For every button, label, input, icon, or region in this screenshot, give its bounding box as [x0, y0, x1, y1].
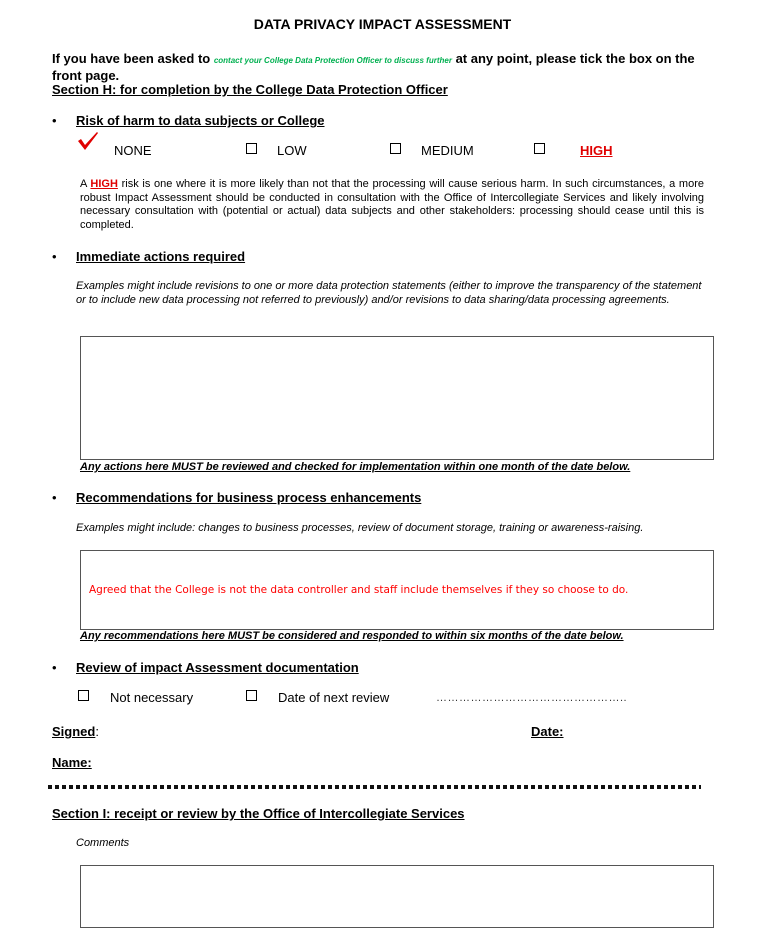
not-necessary-label: Not necessary	[110, 690, 194, 705]
recommendations-value: Agreed that the College is not the data …	[89, 584, 629, 596]
immediate-actions-examples: Examples might include revisions to one …	[76, 280, 702, 306]
document-title: DATA PRIVACY IMPACT ASSESSMENT	[253, 16, 512, 32]
immediate-actions-note: Any actions here MUST be reviewed and ch…	[80, 461, 631, 473]
bullet-icon: •	[52, 113, 57, 128]
next-review-date-field[interactable]: …………………………………………..	[436, 692, 627, 704]
bullet-icon: •	[52, 660, 57, 675]
comments-field[interactable]	[80, 865, 714, 928]
bullet-icon: •	[52, 490, 57, 505]
recommendations-examples: Examples might include: changes to busin…	[76, 522, 644, 534]
intro-paragraph: If you have been asked to contact your C…	[52, 51, 722, 83]
section-separator	[48, 785, 701, 789]
red-checkmark-icon[interactable]	[77, 131, 99, 151]
explanation-prefix: A	[80, 178, 91, 190]
section-i-heading: Section I: receipt or review by the Offi…	[52, 806, 465, 821]
review-heading: Review of impact Assessment documentatio…	[76, 660, 359, 675]
explanation-high: HIGH	[90, 178, 118, 190]
risk-explanation: A HIGH risk is one where it is more like…	[80, 178, 704, 232]
comments-label: Comments	[76, 837, 130, 849]
signed-colon: :	[95, 724, 99, 739]
immediate-actions-field[interactable]	[80, 336, 714, 460]
not-necessary-checkbox[interactable]	[78, 690, 89, 701]
date-label: Date:	[531, 724, 564, 739]
risk-option-low: LOW	[277, 143, 307, 158]
risk-heading: Risk of harm to data subjects or College	[76, 113, 325, 128]
name-label: Name:	[52, 755, 92, 770]
risk-option-none: NONE	[114, 143, 152, 158]
risk-high-checkbox[interactable]	[534, 143, 545, 154]
risk-medium-checkbox[interactable]	[390, 143, 401, 154]
recommendations-note: Any recommendations here MUST be conside…	[80, 630, 624, 642]
section-h-heading: Section H: for completion by the College…	[52, 82, 448, 97]
signed-label: Signed	[52, 724, 96, 739]
recommendations-heading: Recommendations for business process enh…	[76, 490, 422, 505]
immediate-actions-heading: Immediate actions required	[76, 249, 246, 264]
intro-highlight: contact your College Data Protection Off…	[213, 56, 452, 65]
explanation-rest: risk is one where it is more likely than…	[80, 178, 704, 231]
risk-option-medium: MEDIUM	[421, 143, 474, 158]
intro-prefix: If you have been asked to	[52, 51, 214, 66]
bullet-icon: •	[52, 249, 57, 264]
signed-field[interactable]: Signed:	[52, 724, 99, 739]
next-review-checkbox[interactable]	[246, 690, 257, 701]
recommendations-field[interactable]: Agreed that the College is not the data …	[80, 550, 714, 630]
risk-low-checkbox[interactable]	[246, 143, 257, 154]
next-review-label: Date of next review	[278, 690, 390, 705]
risk-option-high: HIGH	[580, 143, 613, 158]
